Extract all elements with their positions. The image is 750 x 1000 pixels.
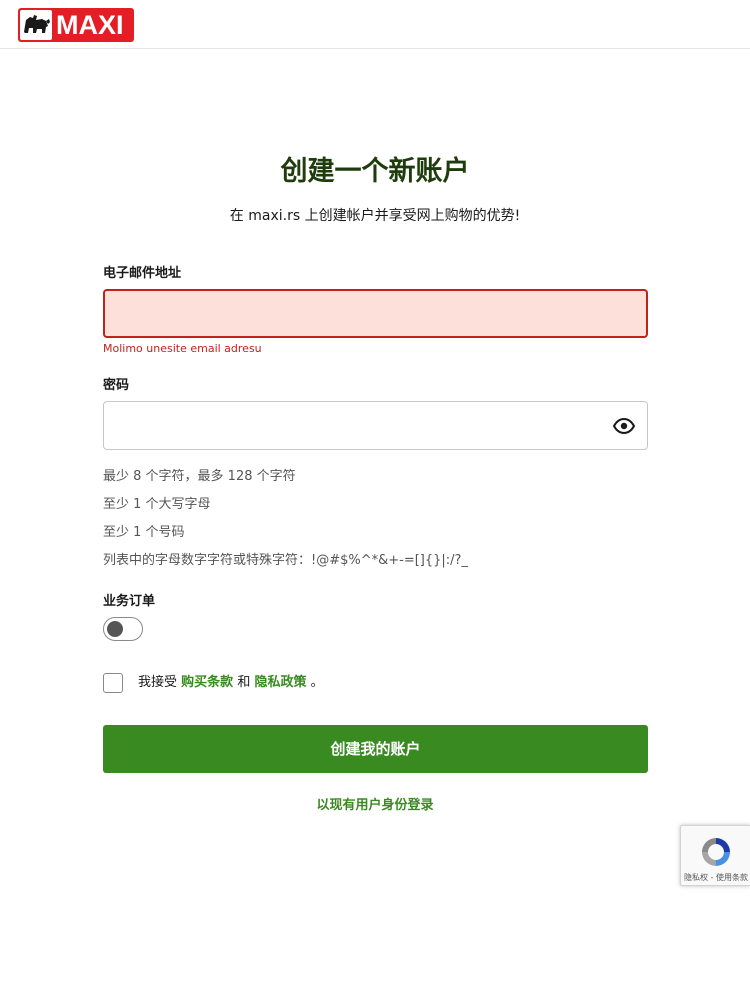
terms-prefix: 我接受: [138, 675, 178, 690]
lion-icon: [20, 10, 52, 40]
password-field[interactable]: [103, 401, 648, 450]
terms-and: 和: [237, 675, 251, 690]
email-error-message: Molimo unesite email adresu: [103, 342, 262, 355]
toggle-knob: [107, 621, 123, 637]
maxi-logo[interactable]: MAXI: [18, 8, 134, 42]
password-rule-length: 最少 8 个字符，最多 128 个字符: [103, 469, 296, 484]
recaptcha-badge[interactable]: 隐私权 - 使用条款: [680, 825, 750, 886]
terms-checkbox[interactable]: [103, 673, 123, 693]
header: MAXI: [0, 0, 750, 49]
recaptcha-icon: [698, 834, 734, 870]
business-order-label: 业务订单: [103, 594, 156, 609]
logo-text: MAXI: [56, 10, 124, 40]
email-label: 电子邮件地址: [103, 266, 182, 281]
page-title: 创建一个新账户: [280, 156, 470, 187]
password-label: 密码: [103, 378, 130, 393]
page-subtitle: 在 maxi.rs 上创建帐户并享受网上购物的优势!: [229, 208, 521, 224]
purchase-terms-link[interactable]: 购买条款: [181, 675, 233, 690]
business-order-toggle[interactable]: [103, 617, 143, 641]
eye-icon[interactable]: [612, 414, 636, 438]
terms-text: 我接受 购买条款 和 隐私政策 。: [138, 672, 324, 694]
recaptcha-links[interactable]: 隐私权 - 使用条款: [681, 872, 750, 884]
email-field[interactable]: [103, 289, 648, 338]
password-rule-characters: 列表中的字母数字字符或特殊字符：!@#$%^*&+-=[]{}|:/?_: [103, 553, 468, 568]
create-account-button[interactable]: 创建我的账户: [103, 725, 648, 773]
terms-suffix: 。: [310, 675, 324, 690]
password-rule-number: 至少 1 个号码: [103, 525, 185, 540]
privacy-policy-link[interactable]: 隐私政策: [254, 675, 306, 690]
password-rule-uppercase: 至少 1 个大写字母: [103, 497, 211, 512]
login-existing-user-link[interactable]: 以现有用户身份登录: [0, 795, 750, 817]
